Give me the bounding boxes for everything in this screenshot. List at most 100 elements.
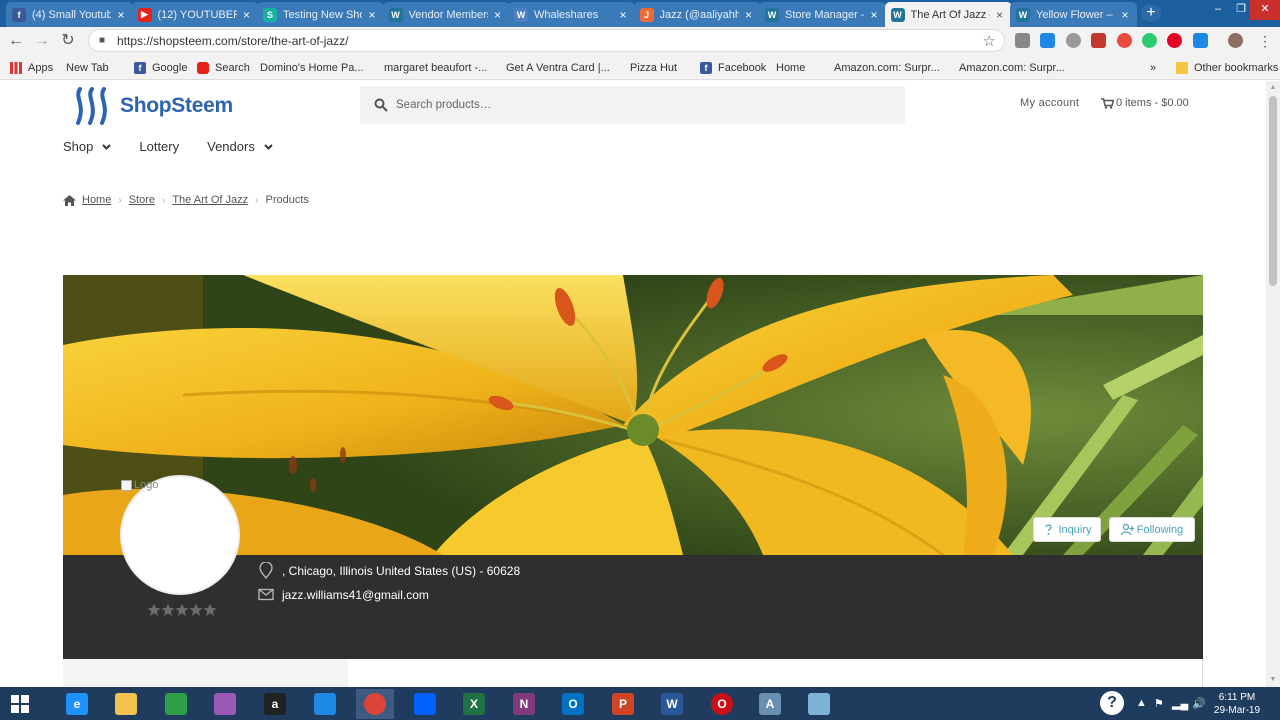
menu-icon[interactable]: ⋮: [1256, 32, 1274, 50]
following-button[interactable]: Following: [1109, 517, 1195, 542]
nav-item-lottery[interactable]: Lottery: [139, 139, 179, 154]
wordpress-icon: W: [1016, 7, 1030, 22]
bookmark-item[interactable]: New Tab: [66, 60, 109, 153]
close-tab-icon[interactable]: ×: [994, 8, 1006, 22]
onenote-icon: N: [513, 693, 535, 715]
site-logo[interactable]: ShopSteem: [72, 87, 233, 125]
notepad-icon: [808, 693, 830, 715]
grammarly-icon[interactable]: [1142, 33, 1157, 48]
network-icon[interactable]: ▂▄: [1172, 697, 1188, 710]
taskbar-app-word[interactable]: W: [653, 689, 691, 719]
chart-extension-icon[interactable]: [1091, 33, 1106, 48]
browser-tab[interactable]: J Jazz (@aaliyahho ×: [633, 2, 761, 27]
close-tab-icon[interactable]: ×: [743, 8, 755, 22]
browser-tab[interactable]: W Vendor Members ×: [382, 2, 510, 27]
bookmark-item[interactable]: Get A Ventra Card |...: [506, 60, 610, 153]
browser-tab[interactable]: W The Art Of Jazz – ×: [884, 2, 1012, 27]
chevron-down-icon: [102, 143, 112, 150]
bookmark-star-icon[interactable]: ☆: [983, 32, 996, 50]
bookmark-item[interactable]: Search: [197, 60, 250, 76]
taskbar-app-opera[interactable]: O: [703, 689, 741, 719]
bookmark-item[interactable]: f Facebook: [700, 60, 766, 76]
browser-tab[interactable]: W Store Manager – ×: [759, 2, 886, 27]
bookmark-item[interactable]: Amazon.com: Surpr...: [959, 60, 1065, 153]
clock-date: 29-Mar-19: [1213, 705, 1261, 716]
inquiry-button[interactable]: Inquiry: [1033, 517, 1101, 542]
cart-link[interactable]: 0 items - $0.00: [1101, 97, 1189, 109]
whaleshares-icon: W: [514, 7, 528, 22]
bookmark-item[interactable]: Pizza Hut: [630, 60, 677, 153]
scrollbar-thumb[interactable]: [1269, 96, 1277, 286]
start-button[interactable]: [0, 689, 40, 719]
extension-icon[interactable]: [1066, 33, 1081, 48]
breadcrumb-home[interactable]: Home: [82, 194, 111, 206]
forward-icon[interactable]: →: [33, 32, 51, 50]
iq-extension-icon[interactable]: [1040, 33, 1055, 48]
taskbar-app-internet-explorer[interactable]: e: [58, 689, 96, 719]
nav-item-label: Vendors: [207, 139, 255, 154]
pinterest-icon[interactable]: [1167, 33, 1182, 48]
browser-toolbar: ← → ↻ ■ https://shopsteem.com/store/the-…: [0, 27, 1280, 55]
bookmark-item[interactable]: Amazon.com: Surpr...: [834, 60, 940, 153]
reload-icon[interactable]: ↻: [59, 32, 77, 50]
address-bar[interactable]: ■ https://shopsteem.com/store/the-art-of…: [88, 29, 1005, 52]
bookmark-item[interactable]: f Google: [134, 60, 187, 76]
system-clock[interactable]: 6:11 PM 29-Mar-19: [1212, 691, 1262, 717]
nav-item-shop[interactable]: Shop: [63, 139, 112, 154]
heart-extension-icon[interactable]: [1117, 33, 1132, 48]
bookmark-item[interactable]: margaret beaufort -...: [384, 60, 487, 153]
page-scrollbar[interactable]: ▲ ▼: [1266, 81, 1280, 687]
close-tab-icon[interactable]: ×: [241, 8, 253, 22]
close-tab-icon[interactable]: ×: [492, 8, 504, 22]
browser-tab[interactable]: W Yellow Flower – S ×: [1010, 2, 1137, 27]
extension-icon[interactable]: [1193, 33, 1208, 48]
taskbar-app-chrome[interactable]: [356, 689, 394, 719]
internet-explorer-icon: e: [66, 693, 88, 715]
search-input[interactable]: [396, 99, 876, 111]
close-window-button[interactable]: ✕: [1250, 0, 1280, 20]
volume-icon[interactable]: 🔊: [1192, 697, 1206, 710]
taskbar-app-photo-viewer[interactable]: A: [751, 689, 789, 719]
taskbar-app-notepad[interactable]: [800, 689, 838, 719]
my-account-link[interactable]: My account: [1020, 97, 1079, 109]
taskbar-app-amazon[interactable]: a: [256, 689, 294, 719]
bookmark-item[interactable]: Domino's Home Pa...: [260, 60, 364, 153]
other-bookmarks-folder[interactable]: Other bookmarks: [1176, 60, 1278, 76]
minimize-window-button[interactable]: –: [1206, 0, 1230, 20]
browser-tab[interactable]: ▶ (12) YOUTUBERS ×: [131, 2, 259, 27]
show-hidden-icons[interactable]: ▲: [1136, 697, 1147, 709]
taskbar-app-paint[interactable]: [206, 689, 244, 719]
taskbar-app-excel[interactable]: X: [455, 689, 493, 719]
scroll-up-icon[interactable]: ▲: [1269, 84, 1277, 92]
close-tab-icon[interactable]: ×: [617, 8, 629, 22]
browser-tab[interactable]: W Whaleshares ×: [508, 2, 635, 27]
browser-tab[interactable]: f (4) Small Youtube ×: [6, 2, 133, 27]
taskbar-app-outlook[interactable]: O: [554, 689, 592, 719]
store-email-address[interactable]: jazz.williams41@gmail.com: [282, 588, 429, 602]
back-icon[interactable]: ←: [7, 32, 25, 50]
scroll-down-icon[interactable]: ▼: [1269, 676, 1277, 684]
nav-item-vendors[interactable]: Vendors: [207, 139, 273, 154]
bookmarks-overflow-button[interactable]: »: [1150, 60, 1156, 76]
taskbar-app-store[interactable]: [157, 689, 195, 719]
help-icon[interactable]: ?: [1100, 691, 1124, 715]
flag-icon[interactable]: ⚑: [1154, 697, 1164, 710]
bookmark-item[interactable]: Apps: [10, 60, 53, 76]
product-search[interactable]: [360, 86, 905, 124]
browser-tab[interactable]: S Testing New Shop ×: [257, 2, 384, 27]
taskbar-app-file-explorer[interactable]: [107, 689, 145, 719]
taskbar-app-dropbox[interactable]: [406, 689, 444, 719]
breadcrumb-store[interactable]: Store: [129, 194, 155, 206]
profile-avatar[interactable]: [1228, 33, 1243, 48]
new-tab-button[interactable]: +: [1141, 4, 1161, 22]
close-tab-icon[interactable]: ×: [1119, 8, 1131, 22]
bookmark-item[interactable]: Home: [776, 60, 805, 153]
extension-icon[interactable]: [1015, 33, 1030, 48]
close-tab-icon[interactable]: ×: [868, 8, 880, 22]
taskbar-app-onedrive[interactable]: [306, 689, 344, 719]
breadcrumb-vendor[interactable]: The Art Of Jazz: [172, 194, 248, 206]
close-tab-icon[interactable]: ×: [366, 8, 378, 22]
taskbar-app-onenote[interactable]: N: [505, 689, 543, 719]
close-tab-icon[interactable]: ×: [115, 8, 127, 22]
taskbar-app-powerpoint[interactable]: P: [604, 689, 642, 719]
